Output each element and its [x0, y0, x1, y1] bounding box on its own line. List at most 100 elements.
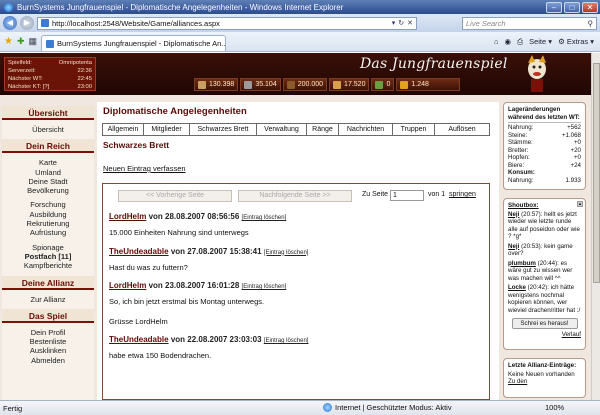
server-info-value: 22:36 [77, 68, 92, 74]
nav-item-umland[interactable]: Umland [2, 168, 94, 177]
nav-item-bestenliste[interactable]: Bestenliste [2, 337, 94, 346]
nav-item-ausklinken[interactable]: Ausklinken [2, 346, 94, 355]
add-favorite-icon[interactable]: ✚ [17, 36, 25, 47]
entry-date: von 28.08.2007 08:56:56 [148, 212, 240, 221]
jump-link[interactable]: springen [449, 191, 476, 198]
close-button[interactable]: ✕ [582, 1, 598, 13]
nav-item-dein-profil[interactable]: Dein Profil [2, 328, 94, 337]
nav-item-deine-stadt[interactable]: Deine Stadt [2, 177, 94, 186]
storage-value: +0 [573, 139, 581, 146]
url-actions: ▾ ↻ ✕ [392, 19, 416, 27]
next-page-button[interactable]: Nachfolgende Seite >> [238, 190, 352, 202]
search-input[interactable]: Live Search ⚲ [462, 16, 597, 30]
entry-author-link[interactable]: TheUndeadable [109, 247, 169, 256]
delete-entry-link[interactable]: [Eintrag löschen] [242, 215, 287, 221]
nav-item-ausbildung[interactable]: Ausbildung [2, 210, 94, 219]
shout-nick[interactable]: Neji [508, 211, 519, 218]
tab-aufloesen[interactable]: Auflösen [435, 124, 489, 135]
server-info-value: 23:00 [77, 84, 92, 90]
tab-truppen[interactable]: Truppen [393, 124, 435, 135]
home-icon[interactable]: ⌂ [494, 37, 499, 46]
feeds-icon[interactable]: ◉ [505, 37, 512, 46]
consumption-value: 1.933 [565, 176, 581, 184]
entry-author-link[interactable]: TheUndeadable [109, 335, 169, 344]
prev-page-button[interactable]: << Vorherige Seite [118, 190, 232, 202]
alliance-entries-title: Letzte Allianz-Einträge: [508, 362, 577, 369]
minimize-button[interactable]: – [546, 1, 562, 13]
food-icon [198, 80, 206, 89]
nav-item-forschung[interactable]: Forschung [2, 200, 94, 209]
nav-item-spionage[interactable]: Spionage [2, 243, 94, 252]
page-number-input[interactable]: 1 [390, 190, 424, 201]
new-entry-link[interactable]: Neuen Eintrag verfassen [103, 164, 186, 173]
server-info-row: Spielfeld: Omnipotenta [8, 59, 92, 67]
nav-item-rekrutierung[interactable]: Rekrutierung [2, 219, 94, 228]
favorites-star-icon[interactable]: ★ [4, 36, 13, 47]
server-info-label: Serverzeit: [8, 68, 36, 74]
page-scrollbar[interactable] [591, 53, 600, 400]
quick-tabs-icon[interactable]: ▦ [29, 36, 38, 47]
delete-entry-link[interactable]: [Eintrag löschen] [264, 338, 309, 344]
tab-raenge[interactable]: Ränge [307, 124, 339, 135]
delete-entry-link[interactable]: [Eintrag löschen] [264, 250, 309, 256]
nav-item-abmelden[interactable]: Abmelden [2, 356, 94, 365]
entry-line: 15.000 Einheiten Nahrung sind unterwegs [109, 228, 249, 237]
alliance-entries-link[interactable]: Zu den [508, 378, 581, 386]
storage-label: Nahrung: [508, 124, 534, 131]
entry-text: habe etwa 150 Bodendrachen. [109, 351, 481, 361]
print-icon[interactable]: ⎙ [517, 37, 523, 47]
page-menu[interactable]: Seite ▾ [529, 37, 552, 46]
tab-title: BurnSystems Jungfrauenspiel - Diplomatis… [57, 39, 227, 48]
shout-message: Neji (20:57): hellt es jetzt wieder wie … [508, 211, 581, 241]
nav-item-aufruestung[interactable]: Aufrüstung [2, 228, 94, 237]
alliance-entries-text: Keine Neuen vorhanden [508, 370, 575, 378]
history-link[interactable]: Verlauf [508, 331, 581, 339]
shout-nick[interactable]: plumbum [508, 260, 536, 267]
zoom-level[interactable]: 100% [545, 403, 564, 412]
nav-item-uebersicht[interactable]: Übersicht [2, 125, 94, 134]
maximize-button[interactable]: □ [564, 1, 580, 13]
resource-bretter: 17.520 [329, 78, 370, 91]
scrollbar-thumb[interactable] [593, 63, 600, 283]
tab-allgemein[interactable]: Allgemein [103, 124, 144, 135]
mascot-icon [528, 55, 546, 92]
address-bar: ◀ ▶ http://localhost:2548/Website/Game/a… [0, 14, 600, 32]
entry-author-link[interactable]: LordHelm [109, 281, 146, 290]
forward-button[interactable]: ▶ [20, 16, 34, 30]
storage-label: Bretter: [508, 146, 529, 154]
page-menu-label: Seite [529, 37, 547, 46]
nav-item-karte[interactable]: Karte [2, 158, 94, 167]
search-icon[interactable]: ⚲ [588, 19, 597, 28]
board-entry: LordHelm von 28.08.2007 08:56:56 [Eintra… [109, 212, 481, 238]
extras-menu[interactable]: ⚙ Extras ▾ [558, 37, 594, 46]
entry-header: TheUndeadable von 27.08.2007 15:38:41 [E… [109, 247, 481, 256]
nav-item-kampfberichte[interactable]: Kampfberichte [2, 261, 94, 270]
shout-message: Locke (20:42): ich hätte wenigstens noch… [508, 284, 581, 314]
back-button[interactable]: ◀ [3, 16, 17, 30]
scroll-up-icon[interactable]: ▲ [577, 201, 583, 207]
delete-entry-link[interactable]: [Eintrag löschen] [242, 284, 287, 290]
shout-nick[interactable]: Locke [508, 284, 526, 291]
nav-item-bevoelkerung[interactable]: Bevölkerung [2, 186, 94, 195]
consumption-label: Nahrung: [508, 176, 534, 184]
shout-nick[interactable]: Neji [508, 243, 519, 250]
refresh-icon[interactable]: ↻ [398, 19, 404, 27]
shout-button[interactable]: Schrei es heraus! [511, 318, 578, 329]
dropdown-icon[interactable]: ▾ [392, 19, 396, 27]
nav-item-zur-allianz[interactable]: Zur Allianz [2, 295, 94, 304]
tab-schwarzes-brett[interactable]: Schwarzes Brett [190, 124, 257, 135]
stop-icon[interactable]: ✕ [407, 19, 413, 27]
browser-tab[interactable]: BurnSystems Jungfrauenspiel - Diplomatis… [41, 35, 227, 51]
url-field[interactable]: http://localhost:2548/Website/Game/allia… [37, 16, 417, 30]
tab-verwaltung[interactable]: Verwaltung [257, 124, 307, 135]
resource-value: 130.398 [209, 81, 235, 88]
nav-item-postfach[interactable]: Postfach [11] [2, 252, 94, 261]
security-zone[interactable]: Internet | Geschützter Modus: Aktiv [323, 403, 452, 412]
entry-author-link[interactable]: LordHelm [109, 212, 146, 221]
pager: << Vorherige Seite Nachfolgende Seite >>… [118, 190, 478, 202]
tab-nachrichten[interactable]: Nachrichten [339, 124, 393, 135]
server-info-label: Nächster WT: [8, 76, 43, 82]
server-info-label: Spielfeld: [8, 60, 32, 66]
tab-mitglieder[interactable]: Mitglieder [144, 124, 190, 135]
storage-row: Stämme: +0 [508, 139, 581, 147]
